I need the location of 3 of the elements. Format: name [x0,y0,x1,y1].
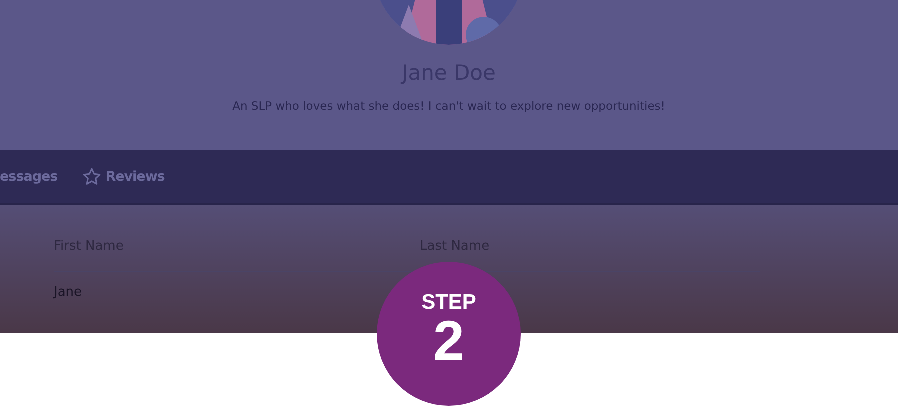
nav-tab[interactable]: Reviews [82,166,165,186]
star-icon [82,166,102,186]
nav-tab[interactable]: essages [0,168,58,184]
